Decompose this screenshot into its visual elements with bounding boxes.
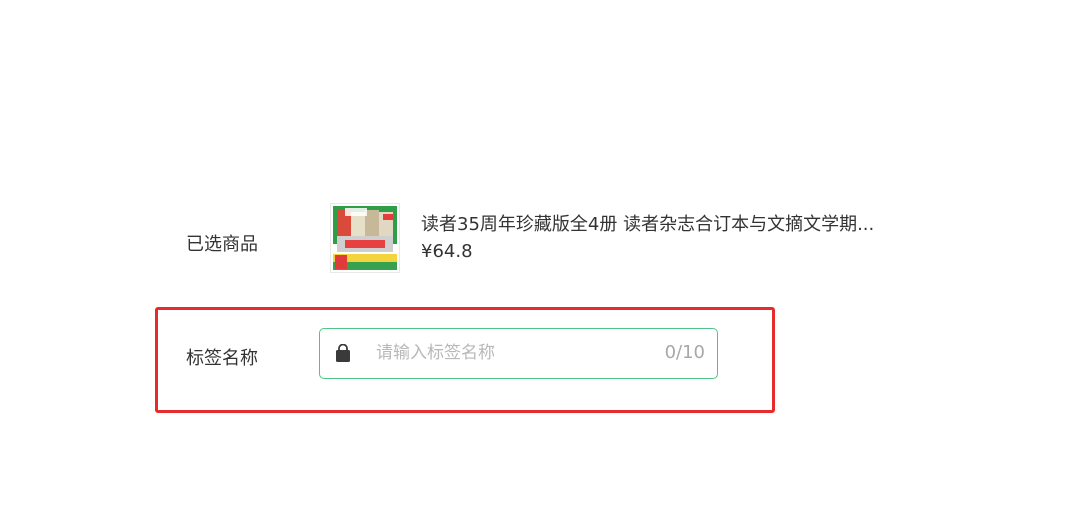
tag-form-page: 已选商品 读者35周年珍藏版全4册 读者杂志合订本与文摘文学期... ¥64.8… <box>0 0 1080 518</box>
book-cover-image <box>331 204 399 272</box>
tag-name-char-counter: 0/10 <box>664 342 705 363</box>
tag-name-field[interactable]: 0/10 <box>319 328 718 379</box>
tag-name-input[interactable] <box>376 329 646 377</box>
selected-product-label: 已选商品 <box>186 234 258 255</box>
tag-name-label: 标签名称 <box>186 348 258 369</box>
product-title[interactable]: 读者35周年珍藏版全4册 读者杂志合订本与文摘文学期... <box>421 210 874 236</box>
product-price: ¥64.8 <box>421 241 473 262</box>
product-thumbnail <box>330 203 400 273</box>
shopping-bag-icon <box>334 343 352 364</box>
